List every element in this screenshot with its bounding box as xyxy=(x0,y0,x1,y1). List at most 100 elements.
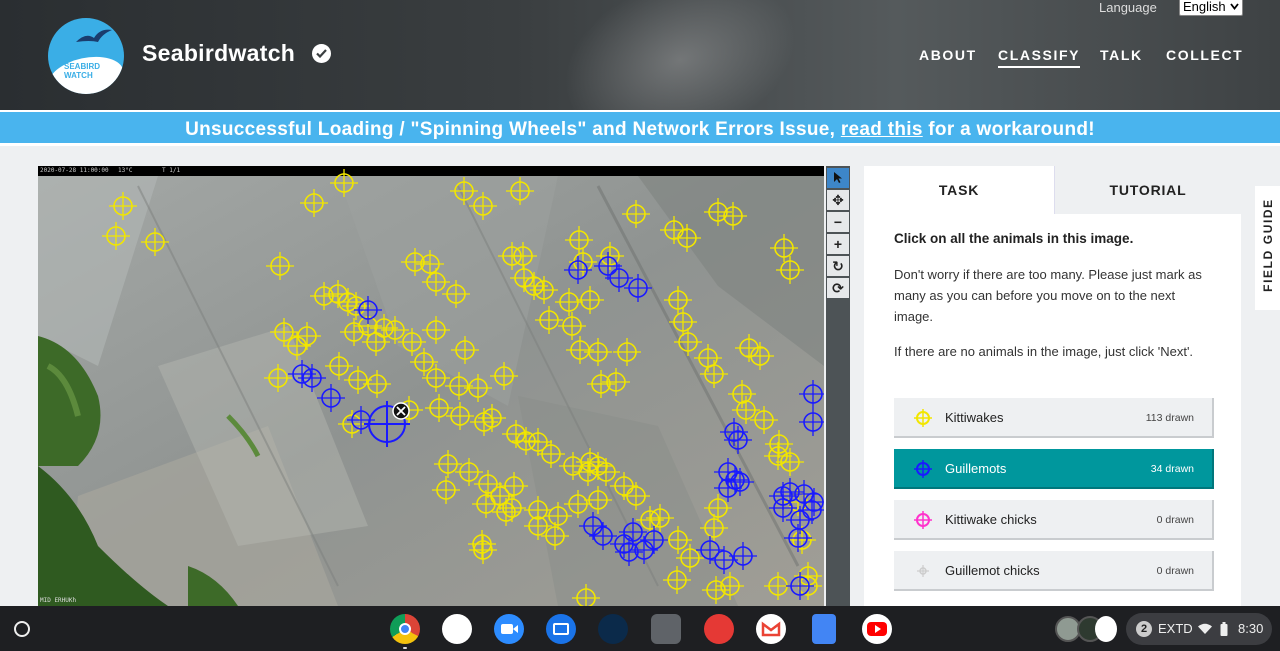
kittiwake-mark[interactable] xyxy=(422,364,450,392)
guillemot-mark[interactable] xyxy=(354,296,382,324)
tab-tutorial[interactable]: TUTORIAL xyxy=(1054,166,1241,214)
kittiwake-mark[interactable] xyxy=(535,306,563,334)
kittiwake-mark[interactable] xyxy=(450,177,478,205)
status-area[interactable]: 2 EXTD 8:30 xyxy=(1126,613,1272,645)
guillemot-mark[interactable] xyxy=(799,380,824,408)
guillemot-mark[interactable] xyxy=(724,426,752,454)
kittiwake-mark[interactable] xyxy=(344,366,372,394)
kittiwake-mark[interactable] xyxy=(442,280,470,308)
kittiwake-mark[interactable] xyxy=(425,394,453,422)
zoom-in-icon[interactable]: + xyxy=(827,234,849,254)
kittiwake-mark[interactable] xyxy=(622,200,650,228)
kittiwake-mark[interactable] xyxy=(410,348,438,376)
kittiwake-mark[interactable] xyxy=(270,318,298,346)
kittiwake-mark[interactable] xyxy=(613,338,641,366)
move-icon[interactable]: ✥ xyxy=(827,190,849,210)
zoom-icon[interactable] xyxy=(494,614,524,644)
kittiwake-mark[interactable] xyxy=(509,242,537,270)
kittiwake-mark[interactable] xyxy=(432,476,460,504)
kittiwake-mark[interactable] xyxy=(464,374,492,402)
kittiwake-mark[interactable] xyxy=(506,177,534,205)
kittiwake-mark[interactable] xyxy=(469,192,497,220)
guillemot-mark[interactable] xyxy=(769,494,797,522)
app-icon-7[interactable] xyxy=(704,614,734,644)
zoom-out-icon[interactable]: − xyxy=(827,212,849,232)
kittiwake-mark[interactable] xyxy=(478,404,506,432)
kittiwake-mark[interactable] xyxy=(746,342,774,370)
app-icon-5[interactable] xyxy=(598,614,628,644)
kittiwake-mark[interactable] xyxy=(558,312,586,340)
kittiwake-mark[interactable] xyxy=(264,364,292,392)
nav-about[interactable]: ABOUT xyxy=(919,47,977,63)
subject-image-viewer[interactable]: 2020-07-28 11:00:00 13°C T 1/1 MID ERHUK… xyxy=(38,166,824,606)
kittiwake-mark[interactable] xyxy=(700,360,728,388)
kittiwake-mark[interactable] xyxy=(451,336,479,364)
chrome-icon[interactable] xyxy=(390,614,420,644)
guillemot-mark[interactable] xyxy=(729,542,757,570)
nav-collect[interactable]: COLLECT xyxy=(1166,47,1243,63)
option-kittiwakes[interactable]: Kittiwakes 113 drawn xyxy=(894,398,1214,438)
guillemot-mark[interactable] xyxy=(799,408,824,436)
annotation-layer[interactable] xyxy=(38,166,824,606)
kittiwake-mark[interactable] xyxy=(266,252,294,280)
kittiwake-mark[interactable] xyxy=(398,328,426,356)
kittiwake-mark[interactable] xyxy=(565,226,593,254)
kittiwake-mark[interactable] xyxy=(704,198,732,226)
guillemot-mark[interactable] xyxy=(317,384,345,412)
kittiwake-mark[interactable] xyxy=(716,572,744,600)
docs-icon[interactable] xyxy=(812,614,836,644)
kittiwake-mark[interactable] xyxy=(492,498,520,526)
seabirdwatch-logo[interactable]: SEABIRD WATCH xyxy=(48,18,124,94)
nav-classify[interactable]: CLASSIFY xyxy=(998,47,1081,68)
kittiwake-mark[interactable] xyxy=(719,202,747,230)
reset-icon[interactable]: ⟳ xyxy=(827,278,849,298)
kittiwake-mark[interactable] xyxy=(584,338,612,366)
option-guillemot-chicks[interactable]: Guillemot chicks 0 drawn xyxy=(894,551,1214,591)
kittiwake-mark[interactable] xyxy=(109,192,137,220)
rotate-icon[interactable]: ↻ xyxy=(827,256,849,276)
kittiwake-mark[interactable] xyxy=(669,308,697,336)
kittiwake-mark[interactable] xyxy=(537,440,565,468)
launcher-icon[interactable] xyxy=(14,621,30,637)
app-icon-6[interactable] xyxy=(651,614,681,644)
kittiwake-mark[interactable] xyxy=(674,328,702,356)
project-title[interactable]: Seabirdwatch xyxy=(142,40,295,67)
kittiwake-mark[interactable] xyxy=(446,402,474,430)
kittiwake-mark[interactable] xyxy=(325,352,353,380)
tray-thumbnails[interactable] xyxy=(1055,616,1117,642)
kittiwake-mark[interactable] xyxy=(370,314,398,342)
banner-read-this-link[interactable]: read this xyxy=(841,119,923,140)
kittiwake-mark[interactable] xyxy=(363,370,391,398)
option-guillemots[interactable]: Guillemots 34 drawn xyxy=(894,449,1214,489)
kittiwake-mark[interactable] xyxy=(664,286,692,314)
kittiwake-mark[interactable] xyxy=(555,288,583,316)
kittiwake-mark[interactable] xyxy=(564,490,592,518)
kittiwake-mark[interactable] xyxy=(141,228,169,256)
kittiwake-mark[interactable] xyxy=(330,169,358,197)
guillemot-mark[interactable] xyxy=(564,256,592,284)
kittiwake-mark[interactable] xyxy=(770,234,798,262)
kittiwake-mark[interactable] xyxy=(472,490,500,518)
kittiwake-mark[interactable] xyxy=(338,410,366,438)
kittiwake-mark[interactable] xyxy=(776,256,804,284)
kittiwake-mark[interactable] xyxy=(422,316,450,344)
kittiwake-mark[interactable] xyxy=(663,566,691,594)
camera-icon[interactable] xyxy=(546,614,576,644)
gmail-icon[interactable] xyxy=(756,614,786,644)
kittiwake-mark[interactable] xyxy=(572,584,600,606)
app-icon-2[interactable] xyxy=(442,614,472,644)
kittiwake-mark[interactable] xyxy=(490,362,518,390)
kittiwake-mark[interactable] xyxy=(584,486,612,514)
kittiwake-mark[interactable] xyxy=(300,189,328,217)
kittiwake-mark[interactable] xyxy=(576,286,604,314)
language-select[interactable]: English xyxy=(1179,0,1243,16)
pointer-icon[interactable] xyxy=(827,168,849,188)
delete-mark-icon[interactable] xyxy=(392,402,410,420)
field-guide-tab[interactable]: FIELD GUIDE xyxy=(1255,186,1280,310)
tab-task[interactable]: TASK xyxy=(864,166,1054,214)
kittiwake-mark[interactable] xyxy=(434,450,462,478)
option-kittiwake-chicks[interactable]: Kittiwake chicks 0 drawn xyxy=(894,500,1214,540)
kittiwake-mark[interactable] xyxy=(735,334,763,362)
kittiwake-mark[interactable] xyxy=(702,576,730,604)
kittiwake-mark[interactable] xyxy=(102,222,130,250)
